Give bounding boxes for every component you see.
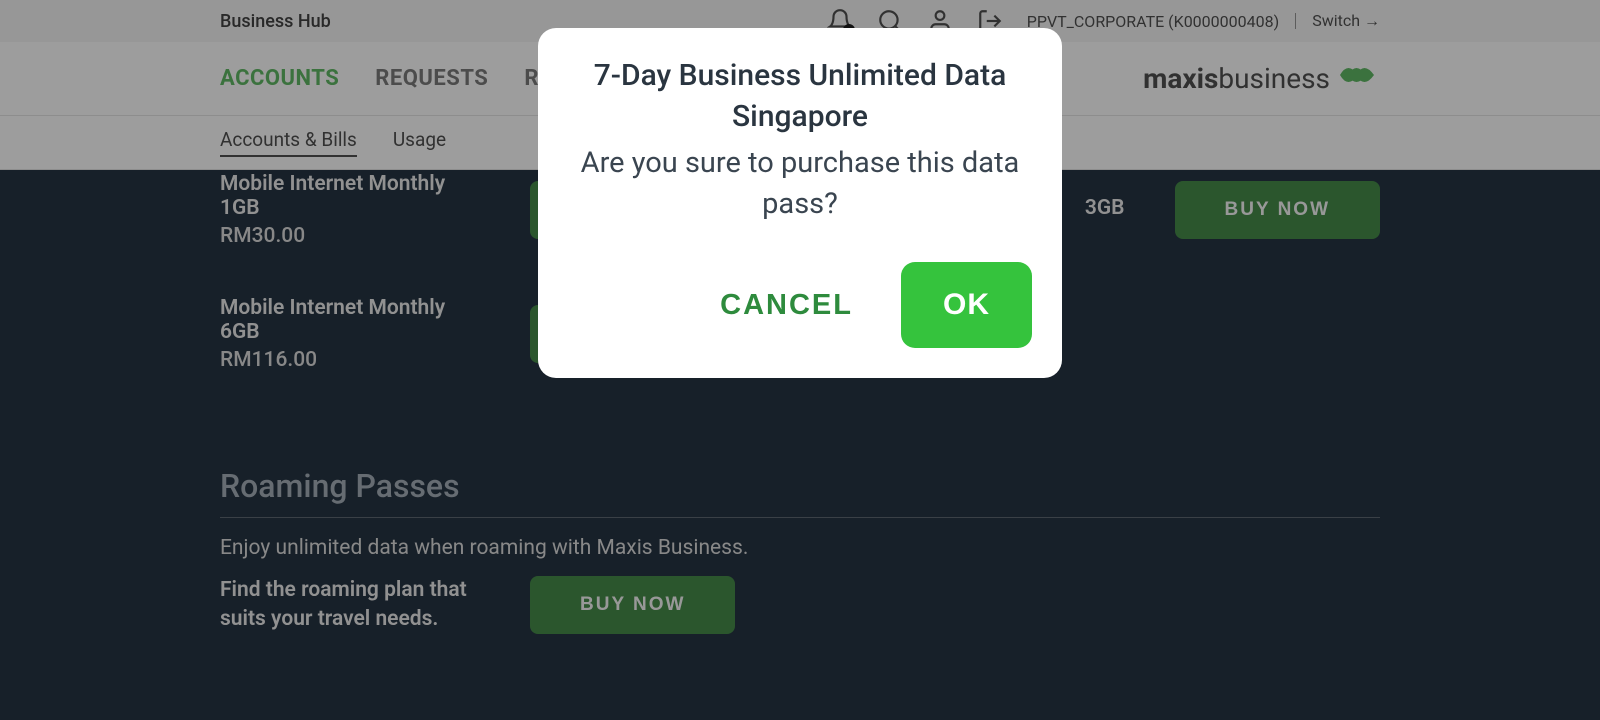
modal-title: 7-Day Business Unlimited Data Singapore <box>568 56 1032 137</box>
cancel-button[interactable]: CANCEL <box>720 289 853 322</box>
modal-message: Are you sure to purchase this data pass? <box>568 143 1032 224</box>
modal-overlay[interactable]: 7-Day Business Unlimited Data Singapore … <box>0 0 1600 720</box>
modal-actions: CANCEL OK <box>568 262 1032 348</box>
ok-button[interactable]: OK <box>901 262 1032 348</box>
confirm-modal: 7-Day Business Unlimited Data Singapore … <box>538 28 1062 378</box>
